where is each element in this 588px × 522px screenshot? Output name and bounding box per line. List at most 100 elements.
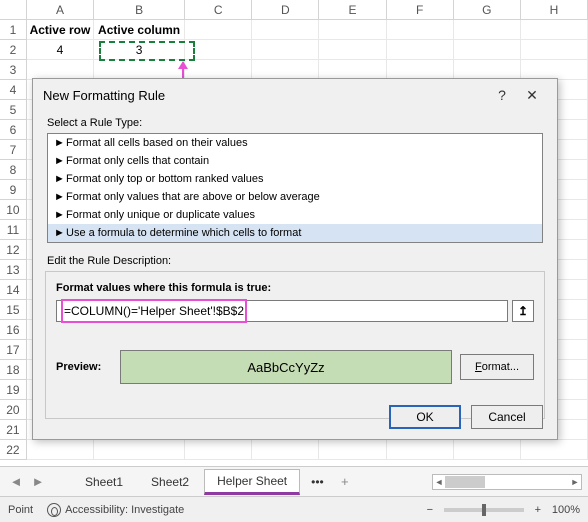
- row-header[interactable]: 15: [0, 300, 27, 320]
- row-header[interactable]: 7: [0, 140, 27, 160]
- edit-description-label: Edit the Rule Description:: [33, 249, 557, 269]
- rule-item[interactable]: ►Format only values that are above or be…: [48, 188, 542, 206]
- zoom-in-button[interactable]: +: [530, 504, 546, 516]
- row-header[interactable]: 6: [0, 120, 27, 140]
- close-button[interactable]: ✕: [517, 81, 547, 109]
- tab-nav-prev[interactable]: ◄: [6, 472, 26, 492]
- row-header[interactable]: 4: [0, 80, 27, 100]
- row-header[interactable]: 10: [0, 200, 27, 220]
- rule-type-list[interactable]: ►Format all cells based on their values …: [47, 133, 543, 243]
- row-header[interactable]: 22: [0, 440, 27, 460]
- select-all[interactable]: [0, 0, 27, 20]
- cell[interactable]: 3: [94, 40, 185, 60]
- cell[interactable]: [252, 40, 319, 60]
- range-selector-button[interactable]: ↥: [512, 300, 534, 322]
- cell[interactable]: Active row: [27, 20, 94, 40]
- zoom-slider[interactable]: [444, 508, 524, 512]
- add-sheet-button[interactable]: +: [335, 472, 355, 492]
- select-rule-type-label: Select a Rule Type:: [33, 111, 557, 131]
- cell[interactable]: [185, 40, 252, 60]
- cell[interactable]: [454, 40, 521, 60]
- cell[interactable]: [521, 20, 588, 40]
- row-header[interactable]: 5: [0, 100, 27, 120]
- cell[interactable]: [185, 440, 252, 460]
- col-header[interactable]: B: [94, 0, 185, 20]
- row-header[interactable]: 11: [0, 220, 27, 240]
- col-header[interactable]: G: [454, 0, 521, 20]
- cell[interactable]: [387, 40, 454, 60]
- cell[interactable]: [27, 440, 94, 460]
- tab-nav-next[interactable]: ►: [28, 472, 48, 492]
- ok-button[interactable]: OK: [389, 405, 461, 429]
- zoom-out-button[interactable]: −: [422, 504, 438, 516]
- cell[interactable]: [454, 60, 521, 80]
- tab-helper-sheet[interactable]: Helper Sheet: [204, 469, 300, 495]
- col-header[interactable]: C: [185, 0, 252, 20]
- row-header[interactable]: 20: [0, 400, 27, 420]
- col-header[interactable]: D: [252, 0, 319, 20]
- row-header[interactable]: 19: [0, 380, 27, 400]
- col-header[interactable]: H: [521, 0, 588, 20]
- cell[interactable]: [454, 20, 521, 40]
- scrollbar-thumb[interactable]: [445, 476, 485, 488]
- rule-item-selected[interactable]: ►Use a formula to determine which cells …: [48, 224, 542, 242]
- zoom-level[interactable]: 100%: [552, 504, 580, 516]
- row-header[interactable]: 3: [0, 60, 27, 80]
- row-header[interactable]: 13: [0, 260, 27, 280]
- cell[interactable]: [252, 440, 319, 460]
- cancel-button[interactable]: Cancel: [471, 405, 543, 429]
- row-header[interactable]: 17: [0, 340, 27, 360]
- row-header[interactable]: 8: [0, 160, 27, 180]
- row-header[interactable]: 18: [0, 360, 27, 380]
- rule-item[interactable]: ►Format all cells based on their values: [48, 134, 542, 152]
- formula-input[interactable]: =COLUMN()='Helper Sheet'!$B$2: [56, 300, 508, 322]
- cell[interactable]: [252, 20, 319, 40]
- preview-sample: AaBbCcYyZz: [120, 350, 452, 384]
- cell[interactable]: [521, 440, 588, 460]
- tab-sheet1[interactable]: Sheet1: [72, 470, 136, 493]
- horizontal-scrollbar[interactable]: ◄ ►: [432, 474, 582, 490]
- format-button[interactable]: Format...: [460, 354, 534, 380]
- row-header[interactable]: 1: [0, 20, 27, 40]
- new-formatting-rule-dialog: New Formatting Rule ? ✕ Select a Rule Ty…: [32, 78, 558, 440]
- dialog-title: New Formatting Rule: [43, 88, 487, 103]
- cell[interactable]: [252, 60, 319, 80]
- cell[interactable]: [319, 60, 386, 80]
- rule-description-box: Format values where this formula is true…: [45, 271, 545, 419]
- cell[interactable]: [94, 60, 185, 80]
- cell[interactable]: [319, 20, 386, 40]
- col-header[interactable]: A: [27, 0, 94, 20]
- row-header[interactable]: 16: [0, 320, 27, 340]
- cell[interactable]: [185, 60, 252, 80]
- row-header[interactable]: 21: [0, 420, 27, 440]
- row-header[interactable]: 2: [0, 40, 27, 60]
- cell[interactable]: [27, 60, 94, 80]
- cell[interactable]: [94, 440, 185, 460]
- col-header[interactable]: E: [319, 0, 386, 20]
- cell[interactable]: 4: [27, 40, 94, 60]
- cell[interactable]: [185, 20, 252, 40]
- cell[interactable]: [521, 60, 588, 80]
- tab-sheet2[interactable]: Sheet2: [138, 470, 202, 493]
- cell[interactable]: [319, 440, 386, 460]
- cell[interactable]: Active column: [94, 20, 185, 40]
- row-header[interactable]: 14: [0, 280, 27, 300]
- cell[interactable]: [387, 60, 454, 80]
- help-button[interactable]: ?: [487, 81, 517, 109]
- cell[interactable]: [387, 20, 454, 40]
- mode-indicator: Point: [8, 504, 33, 516]
- rule-item[interactable]: ►Format only top or bottom ranked values: [48, 170, 542, 188]
- cell[interactable]: [454, 440, 521, 460]
- rule-item[interactable]: ►Format only unique or duplicate values: [48, 206, 542, 224]
- cell[interactable]: [387, 440, 454, 460]
- cell[interactable]: [521, 40, 588, 60]
- row-header[interactable]: 12: [0, 240, 27, 260]
- row-header[interactable]: 9: [0, 180, 27, 200]
- cell[interactable]: [319, 40, 386, 60]
- col-header[interactable]: F: [387, 0, 454, 20]
- sheet-tabs-bar: ◄ ► Sheet1 Sheet2 Helper Sheet ••• + ◄ ►: [0, 466, 588, 496]
- preview-label: Preview:: [56, 361, 112, 373]
- tab-more[interactable]: •••: [302, 470, 333, 493]
- accessibility-status[interactable]: Accessibility: Investigate: [47, 503, 184, 517]
- rule-item[interactable]: ►Format only cells that contain: [48, 152, 542, 170]
